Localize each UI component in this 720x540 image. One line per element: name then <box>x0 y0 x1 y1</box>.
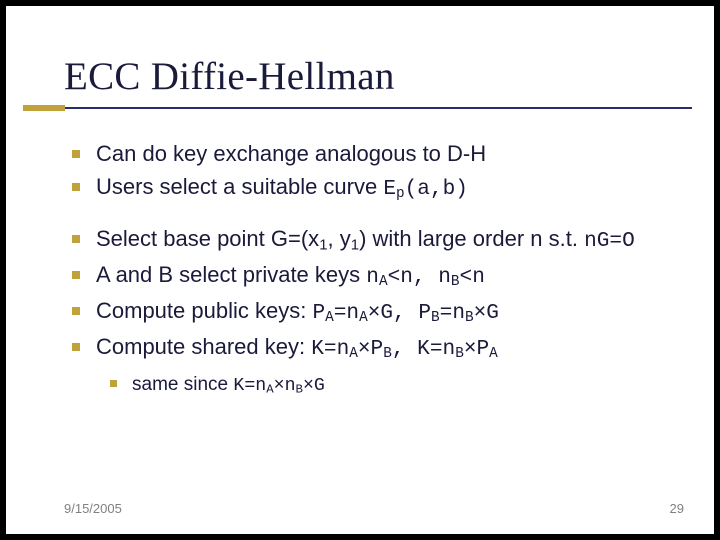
rule-short <box>23 105 65 111</box>
title-area: ECC Diffie-Hellman <box>6 6 714 99</box>
list-item: Select base point G=(x1, y1) with large … <box>96 224 674 256</box>
list-item: Compute shared key: K=nA×PB, K=nB×PA <box>96 332 674 364</box>
list-subitem-text: same since K=nA×nB×G <box>132 374 325 395</box>
square-bullet-icon <box>72 150 80 158</box>
list-subitem: same since K=nA×nB×G <box>132 372 674 398</box>
slide: ECC Diffie-Hellman Can do key exchange a… <box>6 6 714 534</box>
list-item-text: A and B select private keys nA<n, nB<n <box>96 262 485 287</box>
list-item-text: Compute shared key: K=nA×PB, K=nB×PA <box>96 334 498 359</box>
slide-body: Can do key exchange analogous to D-H User… <box>6 111 714 398</box>
list-item-text: Select base point G=(x1, y1) with large … <box>96 226 635 251</box>
slide-title: ECC Diffie-Hellman <box>64 54 714 99</box>
square-bullet-icon <box>72 307 80 315</box>
square-bullet-icon <box>72 235 80 243</box>
square-bullet-icon <box>72 271 80 279</box>
footer-date: 9/15/2005 <box>64 501 122 516</box>
list-item: Can do key exchange analogous to D-H <box>96 139 674 168</box>
square-bullet-icon <box>72 183 80 191</box>
square-bullet-icon <box>72 343 80 351</box>
rule-long <box>23 107 692 109</box>
title-rule <box>6 105 714 111</box>
list-item: Compute public keys: PA=nA×G, PB=nB×G <box>96 296 674 328</box>
list-item-text: Can do key exchange analogous to D-H <box>96 141 486 166</box>
list-item-text: Users select a suitable curve Ep(a,b) <box>96 174 468 199</box>
list-item: Users select a suitable curve Ep(a,b) <box>96 172 674 204</box>
square-bullet-icon <box>110 380 117 387</box>
list-item: A and B select private keys nA<n, nB<n <box>96 260 674 292</box>
list-item-text: Compute public keys: PA=nA×G, PB=nB×G <box>96 298 499 323</box>
slide-footer: 9/15/2005 29 <box>6 501 714 516</box>
footer-page: 29 <box>670 501 684 516</box>
